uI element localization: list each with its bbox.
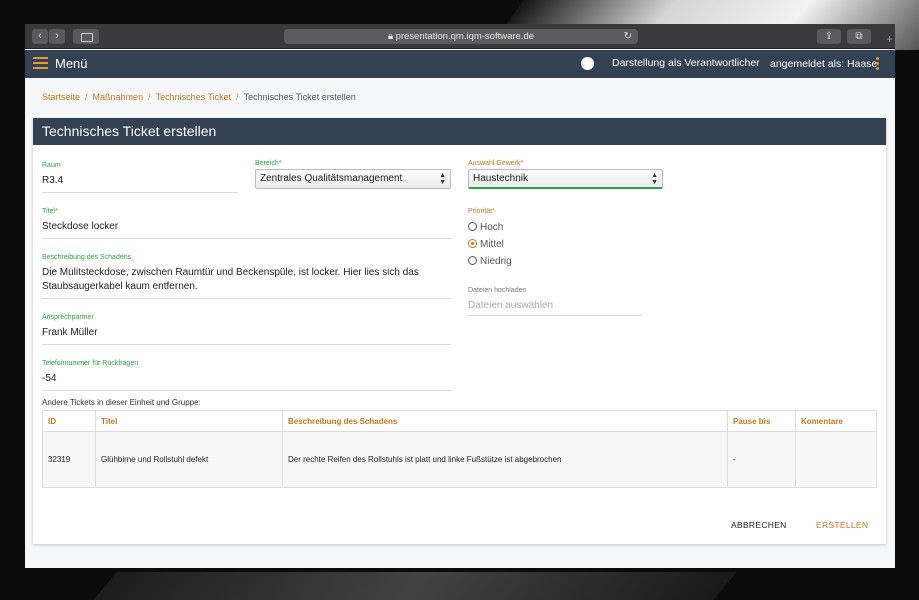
phone-label: Telefonnummer für Rückfragen bbox=[42, 360, 139, 367]
trade-field: Auswahl Gewerk* Haustechnik ▲ ▼ bbox=[468, 160, 663, 189]
forward-button[interactable]: › bbox=[49, 29, 65, 44]
title-label: Titel* bbox=[42, 208, 58, 215]
priority-option-high[interactable]: Hoch bbox=[468, 222, 663, 234]
breadcrumb-current: Technisches Ticket erstellen bbox=[243, 92, 356, 102]
phone-field: Telefonnummer für Rückfragen -54 bbox=[42, 360, 451, 391]
area-select[interactable]: Zentrales Qualitätsmanagement ▲ ▼ bbox=[255, 169, 451, 189]
title-field: Titel* Steckdose locker bbox=[42, 208, 451, 239]
contact-input[interactable]: Frank Müller bbox=[42, 326, 451, 345]
column-header-pause-until[interactable]: Pause bis bbox=[727, 410, 796, 432]
menu-label[interactable]: Menü bbox=[55, 56, 88, 71]
ticket-form-card: Technisches Ticket erstellen Raum R3.4 B… bbox=[33, 118, 886, 544]
breadcrumb-separator: / bbox=[85, 92, 88, 102]
address-bar[interactable]: 🔒︎ presentation.qm.iqm-software.de ↻ bbox=[284, 29, 638, 44]
title-input[interactable]: Steckdose locker bbox=[42, 220, 451, 239]
file-upload-field: Dateien hochladen Dateien auswählen bbox=[468, 287, 642, 316]
breadcrumb-home[interactable]: Startseite bbox=[42, 92, 80, 102]
url-text: presentation.qm.iqm-software.de bbox=[395, 31, 535, 42]
contact-field: Ansprechpartner Frank Müller bbox=[42, 314, 451, 345]
cancel-button[interactable]: ABBRECHEN bbox=[731, 520, 787, 530]
file-upload-label: Dateien hochladen bbox=[468, 287, 527, 294]
lock-icon: 🔒︎ bbox=[387, 31, 396, 42]
room-field: Raum R3.4 bbox=[42, 162, 238, 193]
bezel-reflection-bottom bbox=[83, 572, 737, 600]
room-label: Raum bbox=[42, 162, 61, 169]
table-row[interactable]: 32319 Glühbirne und Rollstuhl defekt Der… bbox=[42, 431, 877, 488]
back-button[interactable]: ‹ bbox=[32, 29, 48, 44]
cell-title: Glühbirne und Rollstuhl defekt bbox=[95, 431, 283, 488]
trade-label: Auswahl Gewerk* bbox=[468, 160, 524, 167]
area-field: Bereich* Zentrales Qualitätsmanagement ▲… bbox=[255, 160, 451, 189]
priority-field: Priorität* Hoch Mittel Niedrig bbox=[468, 208, 663, 268]
breadcrumb-measures[interactable]: Maßnahmen bbox=[93, 92, 144, 102]
priority-option-label: Mittel bbox=[480, 239, 504, 250]
area-select-value: Zentrales Qualitätsmanagement bbox=[260, 173, 403, 184]
priority-option-low[interactable]: Niedrig bbox=[468, 256, 663, 268]
other-tickets-table: ID Titel Beschreibung des Schadens Pause… bbox=[42, 410, 877, 488]
reload-icon[interactable]: ↻ bbox=[624, 29, 632, 44]
cell-description: Der rechte Reifen des Rollstuhls ist pla… bbox=[282, 431, 728, 488]
other-tickets-label: Andere Tickets in dieser Einheit und Gru… bbox=[42, 398, 201, 407]
select-arrows-icon: ▲ ▼ bbox=[439, 172, 446, 186]
trade-select[interactable]: Haustechnik ▲ ▼ bbox=[468, 169, 663, 189]
toggle-label: Darstellung als Verantwortlicher bbox=[612, 57, 760, 69]
cell-comments bbox=[795, 431, 877, 488]
new-tab-button[interactable]: + bbox=[886, 32, 893, 46]
breadcrumb-technical-ticket[interactable]: Technisches Ticket bbox=[156, 92, 232, 102]
share-button[interactable]: ⇪ bbox=[817, 29, 841, 44]
radio-checked-icon[interactable] bbox=[468, 239, 477, 248]
browser-toolbar: ‹ › 🔒︎ presentation.qm.iqm-software.de ↻… bbox=[25, 24, 895, 49]
trade-select-value: Haustechnik bbox=[473, 173, 529, 184]
select-arrows-icon: ▲ ▼ bbox=[651, 172, 658, 186]
column-header-comments[interactable]: Komentare bbox=[795, 410, 877, 432]
column-header-id[interactable]: ID bbox=[42, 410, 96, 432]
create-button[interactable]: ERSTELLEN bbox=[816, 520, 868, 530]
file-upload-input[interactable]: Dateien auswählen bbox=[468, 300, 642, 316]
room-input[interactable]: R3.4 bbox=[42, 174, 238, 193]
cell-pause-until: - bbox=[727, 431, 796, 488]
page-title: Technisches Ticket erstellen bbox=[33, 118, 886, 145]
more-options-icon[interactable] bbox=[876, 57, 880, 72]
table-header-row: ID Titel Beschreibung des Schadens Pause… bbox=[42, 410, 877, 432]
phone-input[interactable]: -54 bbox=[42, 372, 451, 391]
priority-option-label: Hoch bbox=[480, 222, 504, 233]
priority-option-medium[interactable]: Mittel bbox=[468, 239, 663, 251]
description-textarea[interactable]: Die Mulitsteckdose, zwischen Raumtür und… bbox=[42, 266, 451, 299]
breadcrumb-separator: / bbox=[148, 92, 151, 102]
column-header-description[interactable]: Beschreibung des Schadens bbox=[282, 410, 728, 432]
screen: ‹ › 🔒︎ presentation.qm.iqm-software.de ↻… bbox=[25, 24, 895, 568]
priority-option-label: Niedrig bbox=[480, 256, 512, 267]
logged-in-user: angemeldet als: Haase bbox=[770, 58, 878, 70]
column-header-title[interactable]: Titel bbox=[95, 410, 283, 432]
description-label: Beschreibung des Schadens bbox=[42, 254, 132, 261]
hamburger-menu-icon[interactable] bbox=[33, 57, 48, 70]
radio-unchecked-icon[interactable] bbox=[468, 256, 477, 265]
contact-label: Ansprechpartner bbox=[42, 314, 94, 321]
sidebar-toggle-button[interactable] bbox=[73, 29, 99, 44]
radio-unchecked-icon[interactable] bbox=[468, 222, 477, 231]
tabs-overview-button[interactable]: ⧉ bbox=[847, 29, 871, 44]
app-header: Menü Darstellung als Verantwortlicher an… bbox=[25, 50, 895, 78]
priority-label: Priorität* bbox=[468, 208, 495, 215]
breadcrumb-separator: / bbox=[236, 92, 239, 102]
area-label: Bereich* bbox=[255, 160, 282, 167]
description-field: Beschreibung des Schadens Die Mulitsteck… bbox=[42, 254, 451, 299]
responsible-view-toggle[interactable] bbox=[581, 57, 594, 70]
cell-id: 32319 bbox=[42, 431, 96, 488]
breadcrumb: Startseite / Maßnahmen / Technisches Ticket /… bbox=[42, 92, 356, 102]
